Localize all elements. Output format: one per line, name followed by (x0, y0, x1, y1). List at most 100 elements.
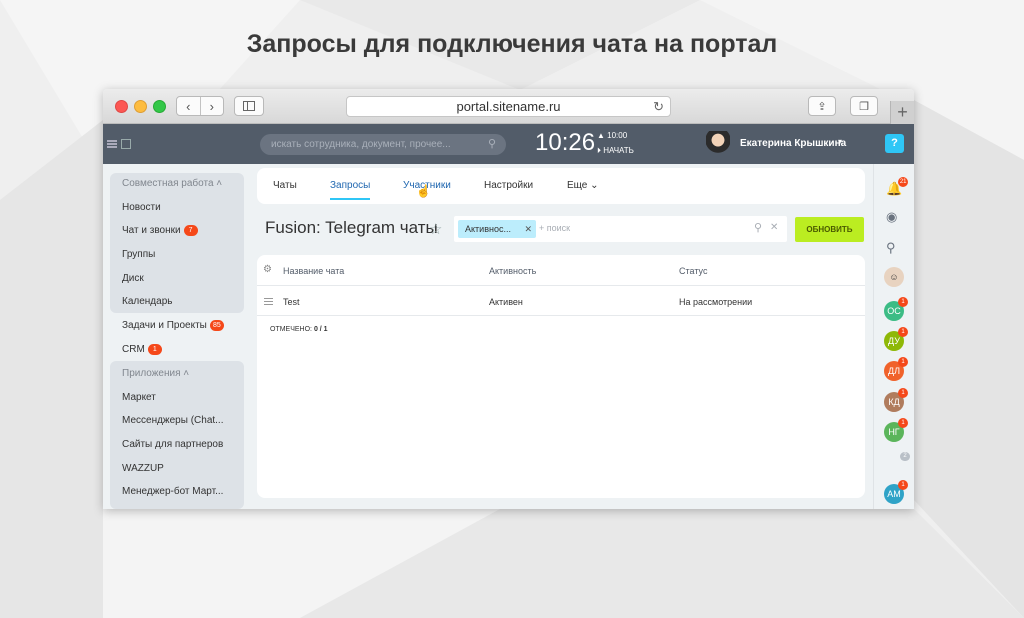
tabs-icon: ❐ (859, 100, 869, 113)
contact-avatar[interactable]: ДУ 1 (884, 327, 908, 351)
share-icon: ⇪ (817, 100, 827, 113)
right-panel: 🔔 21 ◉ ⚲ ☺ ОС 1 ДУ 1 ДЛ 1 КД 1 НГ 1 2 АМ 1 (873, 164, 914, 509)
row-menu-icon[interactable] (264, 298, 273, 305)
menu-group-title-apps[interactable]: Приложения ˄ (122, 368, 189, 379)
contact-avatar[interactable]: КД 1 (884, 388, 908, 412)
clock-time[interactable]: 10:26 (535, 129, 595, 157)
menu-item-wazzup[interactable]: WAZZUP (122, 463, 164, 474)
browser-window: ‹ › portal.sitename.ru ↻ ⇪ ❐ + искать со… (103, 89, 914, 509)
back-icon[interactable]: ‹ (177, 97, 201, 115)
zoom-window-button[interactable] (153, 100, 166, 113)
close-window-button[interactable] (115, 100, 128, 113)
menu-item-groups[interactable]: Группы (122, 249, 155, 260)
forward-icon[interactable]: › (201, 97, 224, 115)
tab-chats[interactable]: Чаты (273, 180, 297, 191)
filter-search-box[interactable]: Активнос... ✕ + поиск ⚲ ✕ (454, 216, 787, 242)
menu-item-news[interactable]: Новости (122, 202, 161, 213)
counter-badge: 1 (898, 418, 908, 428)
tabs-panel: Чаты Запросы Участники Настройки Еще ⌄ (257, 168, 865, 204)
tab-settings[interactable]: Настройки (484, 180, 533, 191)
menu-item-calendar[interactable]: Календарь (122, 296, 172, 307)
search-placeholder: искать сотрудника, документ, прочее... (271, 139, 451, 150)
search-icon[interactable]: ⚲ (488, 134, 496, 155)
column-header-status[interactable]: Статус (679, 266, 707, 276)
filter-chip[interactable]: Активнос... ✕ (458, 220, 536, 238)
refresh-button[interactable]: ОБНОВИТЬ (795, 217, 864, 242)
list-title: Fusion: Telegram чаты (265, 218, 438, 237)
left-menu: Совместная работа ˄ Новости Чат и звонки… (103, 164, 253, 509)
close-icon[interactable]: ✕ (524, 220, 532, 238)
notifications-badge: 21 (898, 177, 909, 187)
tab-overview-button[interactable]: ❐ (850, 96, 878, 116)
star-icon[interactable]: ☆ (429, 220, 442, 238)
counter-badge: 1 (898, 297, 908, 307)
counter-badge: 1 (898, 357, 908, 367)
share-button[interactable]: ⇪ (808, 96, 836, 116)
contact-avatar[interactable]: ОС 1 (884, 297, 908, 321)
more-contacts-badge[interactable]: 2 (900, 452, 910, 461)
menu-icon[interactable] (107, 140, 117, 148)
menu-item-crm[interactable]: CRM 1 (122, 344, 162, 355)
sidebar-toggle-button[interactable] (234, 96, 264, 116)
tab-more[interactable]: Еще ⌄ (567, 180, 599, 191)
help-button[interactable]: ? (885, 134, 904, 153)
filter-search-input[interactable]: + поиск (539, 223, 570, 233)
navigation-buttons: ‹ › (176, 96, 224, 116)
counter-badge: 1 (898, 327, 908, 337)
chevron-down-icon: ⌄ (590, 180, 599, 191)
menu-item-manager-bot[interactable]: Менеджер-бот Март... (122, 486, 223, 497)
cell-activity: Активен (489, 297, 523, 307)
menu-item-chat[interactable]: Чат и звонки 7 (122, 225, 198, 236)
chats-grid: ⚙ Название чата Активность Статус Test А… (257, 255, 865, 498)
contact-avatar[interactable]: ДЛ 1 (884, 357, 908, 381)
user-name[interactable]: Екатерина Крышкина (740, 138, 846, 149)
browser-toolbar: ‹ › portal.sitename.ru ↻ ⇪ ❐ + (103, 89, 914, 124)
bell-icon[interactable]: 🔔 21 (886, 177, 909, 197)
contact-avatar[interactable]: АМ 1 (884, 480, 908, 504)
selected-count: ОТМЕЧЕНО: 0 / 1 (270, 326, 328, 333)
user-avatar[interactable] (706, 131, 730, 157)
column-header-activity[interactable]: Активность (489, 266, 536, 276)
address-bar[interactable]: portal.sitename.ru ↻ (346, 96, 671, 117)
contact-avatar[interactable]: НГ 1 (884, 418, 908, 442)
current-user-avatar[interactable]: ☺ (884, 267, 904, 287)
counter-badge: 7 (183, 225, 198, 236)
menu-item-messengers[interactable]: Мессенджеры (Chat... (122, 415, 224, 426)
gear-icon[interactable]: ⚙ (263, 264, 272, 275)
column-header-name[interactable]: Название чата (283, 266, 344, 276)
counter-badge: 85 (209, 320, 224, 331)
search-icon[interactable]: ⚲ (754, 221, 762, 234)
reload-icon[interactable]: ↻ (653, 97, 664, 116)
new-tab-button[interactable]: + (890, 101, 914, 124)
tab-requests[interactable]: Запросы (330, 180, 371, 200)
alarm-time-value: 10:00 (607, 131, 628, 140)
menu-item-partner-sites[interactable]: Сайты для партнеров (122, 439, 223, 450)
sidebar-icon (243, 101, 255, 111)
minimize-window-button[interactable] (134, 100, 147, 113)
start-workday-button[interactable]: ⏵ НАЧАТЬ (597, 146, 634, 156)
table-row[interactable]: Test Активен На рассмотрении (257, 286, 865, 316)
counter-badge: 1 (147, 344, 162, 355)
menu-item-disk[interactable]: Диск (122, 273, 144, 284)
menu-group-collaboration (110, 173, 244, 313)
search-icon[interactable]: ⚲ (886, 240, 896, 256)
search-input[interactable]: искать сотрудника, документ, прочее... ⚲ (260, 134, 506, 155)
cell-status: На рассмотрении (679, 297, 753, 307)
chat-icon[interactable]: ◉ (886, 209, 897, 225)
clear-icon[interactable]: ✕ (770, 222, 778, 233)
counter-badge: 1 (898, 480, 908, 490)
menu-item-tasks[interactable]: Задачи и Проекты 85 (122, 320, 224, 331)
menu-group-title-collaboration[interactable]: Совместная работа ˄ (122, 178, 222, 189)
portal-header: искать сотрудника, документ, прочее... ⚲… (103, 124, 914, 164)
page-title: Запросы для подключения чата на портал (246, 30, 778, 58)
cell-name: Test (283, 297, 300, 307)
menu-item-market[interactable]: Маркет (122, 392, 156, 403)
url-text: portal.sitename.ru (456, 99, 561, 114)
hand-cursor-icon: ☝ (416, 184, 431, 198)
alarm-time[interactable]: ▲ 10:00 (597, 131, 627, 140)
grid-header: ⚙ Название чата Активность Статус (257, 255, 865, 286)
start-label: НАЧАТЬ (603, 146, 634, 155)
logo-image[interactable] (121, 139, 131, 149)
counter-badge: 1 (898, 388, 908, 398)
chevron-down-icon[interactable]: ▾ (838, 137, 842, 146)
